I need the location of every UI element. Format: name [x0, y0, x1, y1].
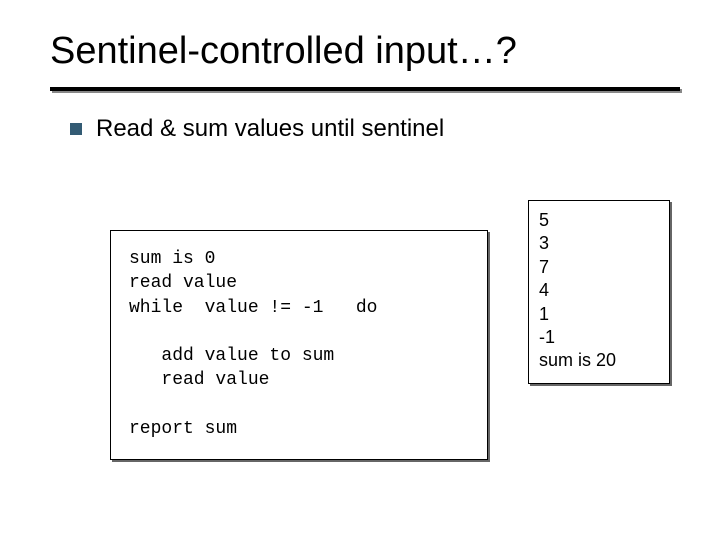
slide: Sentinel-controlled input…? Read & sum v… [0, 0, 720, 540]
bullet-text: Read & sum values until sentinel [96, 115, 444, 143]
title-wrap: Sentinel-controlled input…? [0, 0, 720, 79]
square-bullet-icon [70, 123, 82, 135]
slide-body: Read & sum values until sentinel [0, 91, 720, 143]
bullet-row: Read & sum values until sentinel [70, 115, 680, 143]
pseudocode-box: sum is 0 read value while value != -1 do… [110, 230, 488, 460]
slide-title: Sentinel-controlled input…? [50, 30, 680, 73]
sample-output-box: 5 3 7 4 1 -1 sum is 20 [528, 200, 670, 384]
